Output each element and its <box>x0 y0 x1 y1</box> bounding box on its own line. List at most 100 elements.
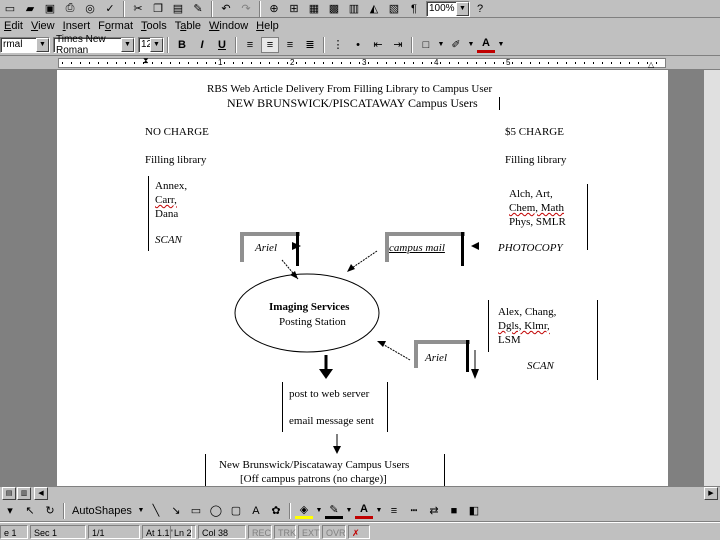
text-box-icon[interactable]: ▢ <box>227 503 245 519</box>
arrow-style-icon[interactable]: ⇄ <box>425 503 443 519</box>
right-indent-marker-icon[interactable]: △ <box>648 60 654 69</box>
status-page: e 1 <box>0 525 28 539</box>
status-rec[interactable]: REC <box>248 525 272 539</box>
font-size-select[interactable]: 12 ▼ <box>138 36 164 53</box>
document-map-icon[interactable]: ▧ <box>385 1 403 17</box>
left-library-line: Dana <box>155 208 179 220</box>
menu-help[interactable]: Help <box>252 20 283 32</box>
select-objects-icon[interactable]: ↖ <box>21 503 39 519</box>
status-ovr[interactable]: OVR <box>322 525 346 539</box>
horizontal-scrollbar[interactable]: ▤ ▥ ◀ ▶ <box>0 486 720 500</box>
draw-menu-icon[interactable]: ▾ <box>1 503 19 519</box>
increase-indent-icon[interactable]: ⇥ <box>389 37 407 53</box>
menu-format[interactable]: Format <box>94 20 137 32</box>
web-layout-icon[interactable]: ▥ <box>17 487 31 500</box>
copy-icon[interactable]: ❐ <box>149 1 167 17</box>
font-color-icon[interactable]: A <box>354 503 373 519</box>
insert-excel-icon[interactable]: ▩ <box>325 1 343 17</box>
redo-icon[interactable]: ↷ <box>237 1 255 17</box>
new-document-icon[interactable]: ▭ <box>1 1 19 17</box>
print-preview-icon[interactable]: ◎ <box>81 1 99 17</box>
tables-borders-icon[interactable]: ⊞ <box>285 1 303 17</box>
underline-button[interactable]: U <box>213 37 231 53</box>
horizontal-ruler[interactable]: 1 2 3 4 5 ⧗ △ <box>0 56 720 70</box>
print-icon[interactable]: ⎙ <box>61 1 79 17</box>
scroll-left-icon[interactable]: ◀ <box>34 487 48 500</box>
ruler-number: 3 <box>362 58 367 67</box>
font-select[interactable]: Times New Roman ▼ <box>53 34 135 56</box>
italic-button[interactable]: I <box>193 37 211 53</box>
zoom-select[interactable]: 100% ▼ <box>426 0 470 17</box>
cut-icon[interactable]: ✂ <box>129 1 147 17</box>
fill-color-icon[interactable]: ◈ <box>294 503 313 519</box>
menu-table[interactable]: Table <box>171 20 205 32</box>
bullets-icon[interactable]: • <box>349 37 367 53</box>
chevron-down-icon[interactable]: ▼ <box>345 503 353 519</box>
chevron-down-icon[interactable]: ▼ <box>497 37 505 53</box>
hyperlink-icon[interactable]: ⊕ <box>265 1 283 17</box>
clip-art-icon[interactable]: ✿ <box>267 503 285 519</box>
columns-icon[interactable]: ▥ <box>345 1 363 17</box>
chevron-down-icon[interactable]: ▼ <box>467 37 475 53</box>
status-ext[interactable]: EXT <box>298 525 320 539</box>
highlight-icon[interactable]: ✐ <box>447 37 465 53</box>
align-right-icon[interactable]: ≡ <box>281 37 299 53</box>
shadow-icon[interactable]: ■ <box>445 503 463 519</box>
spelling-icon[interactable]: ✓ <box>101 1 119 17</box>
menu-edit[interactable]: Edit <box>0 20 27 32</box>
insert-table-icon[interactable]: ▦ <box>305 1 323 17</box>
font-color-icon[interactable]: A <box>477 37 495 53</box>
ruler-tick <box>296 62 297 64</box>
vertical-scrollbar[interactable] <box>704 70 720 486</box>
rectangle-tool-icon[interactable]: ▭ <box>187 503 205 519</box>
borders-icon[interactable]: □ <box>417 37 435 53</box>
show-hide-icon[interactable]: ¶ <box>405 1 423 17</box>
free-rotate-icon[interactable]: ↻ <box>41 503 59 519</box>
undo-icon[interactable]: ↶ <box>217 1 235 17</box>
align-center-icon[interactable]: ≡ <box>261 36 279 53</box>
3d-icon[interactable]: ◧ <box>465 503 483 519</box>
indent-marker-icon[interactable]: ⧗ <box>143 56 149 66</box>
post-to-web-server-text: post to web server <box>289 388 370 400</box>
numbering-icon[interactable]: ⋮ <box>329 37 347 53</box>
menu-window[interactable]: Window <box>205 20 252 32</box>
menu-insert[interactable]: Insert <box>59 20 95 32</box>
menu-tools[interactable]: Tools <box>137 20 171 32</box>
menu-view[interactable]: View <box>27 20 59 32</box>
dash-style-icon[interactable]: ┅ <box>405 503 423 519</box>
posting-station-label: Posting Station <box>279 316 346 328</box>
arrow-tool-icon[interactable]: ↘ <box>167 503 185 519</box>
autoshapes-menu[interactable]: AutoShapes <box>68 505 136 517</box>
chevron-down-icon[interactable]: ▼ <box>375 503 383 519</box>
chevron-down-icon[interactable]: ▼ <box>437 37 445 53</box>
style-select[interactable]: rmal ▼ <box>0 36 50 53</box>
normal-view-icon[interactable]: ▤ <box>2 487 16 500</box>
chevron-down-icon[interactable]: ▼ <box>315 503 323 519</box>
ruler-tick <box>431 62 432 64</box>
office-assistant-icon[interactable]: ? <box>471 1 489 17</box>
ruler-tick <box>485 62 486 64</box>
drawing-icon[interactable]: ◭ <box>365 1 383 17</box>
oval-tool-icon[interactable]: ◯ <box>207 503 225 519</box>
document-page[interactable]: RBS Web Article Delivery From Filling Li… <box>57 70 668 486</box>
chevron-down-icon[interactable]: ▼ <box>137 503 145 519</box>
justify-icon[interactable]: ≣ <box>301 37 319 53</box>
spelling-status-icon[interactable]: ✗ <box>348 525 370 539</box>
status-trk[interactable]: TRK <box>274 525 296 539</box>
paste-icon[interactable]: ▤ <box>169 1 187 17</box>
open-folder-icon[interactable]: ▰ <box>21 1 39 17</box>
status-bar: e 1 Sec 1 1/1 At 1.1" Ln 2 Col 38 REC TR… <box>0 522 720 540</box>
align-left-icon[interactable]: ≡ <box>241 37 259 53</box>
wordart-icon[interactable]: A <box>247 503 265 519</box>
ruler-tick <box>440 62 441 64</box>
scroll-right-icon[interactable]: ▶ <box>704 487 718 500</box>
save-icon[interactable]: ▣ <box>41 1 59 17</box>
line-color-icon[interactable]: ✎ <box>324 503 343 519</box>
bold-button[interactable]: B <box>173 37 191 53</box>
decrease-indent-icon[interactable]: ⇤ <box>369 37 387 53</box>
format-painter-icon[interactable]: ✎ <box>189 1 207 17</box>
ruler-tick <box>413 62 414 64</box>
line-tool-icon[interactable]: ╲ <box>147 503 165 519</box>
ruler-tick <box>89 62 90 64</box>
line-style-icon[interactable]: ≡ <box>385 503 403 519</box>
